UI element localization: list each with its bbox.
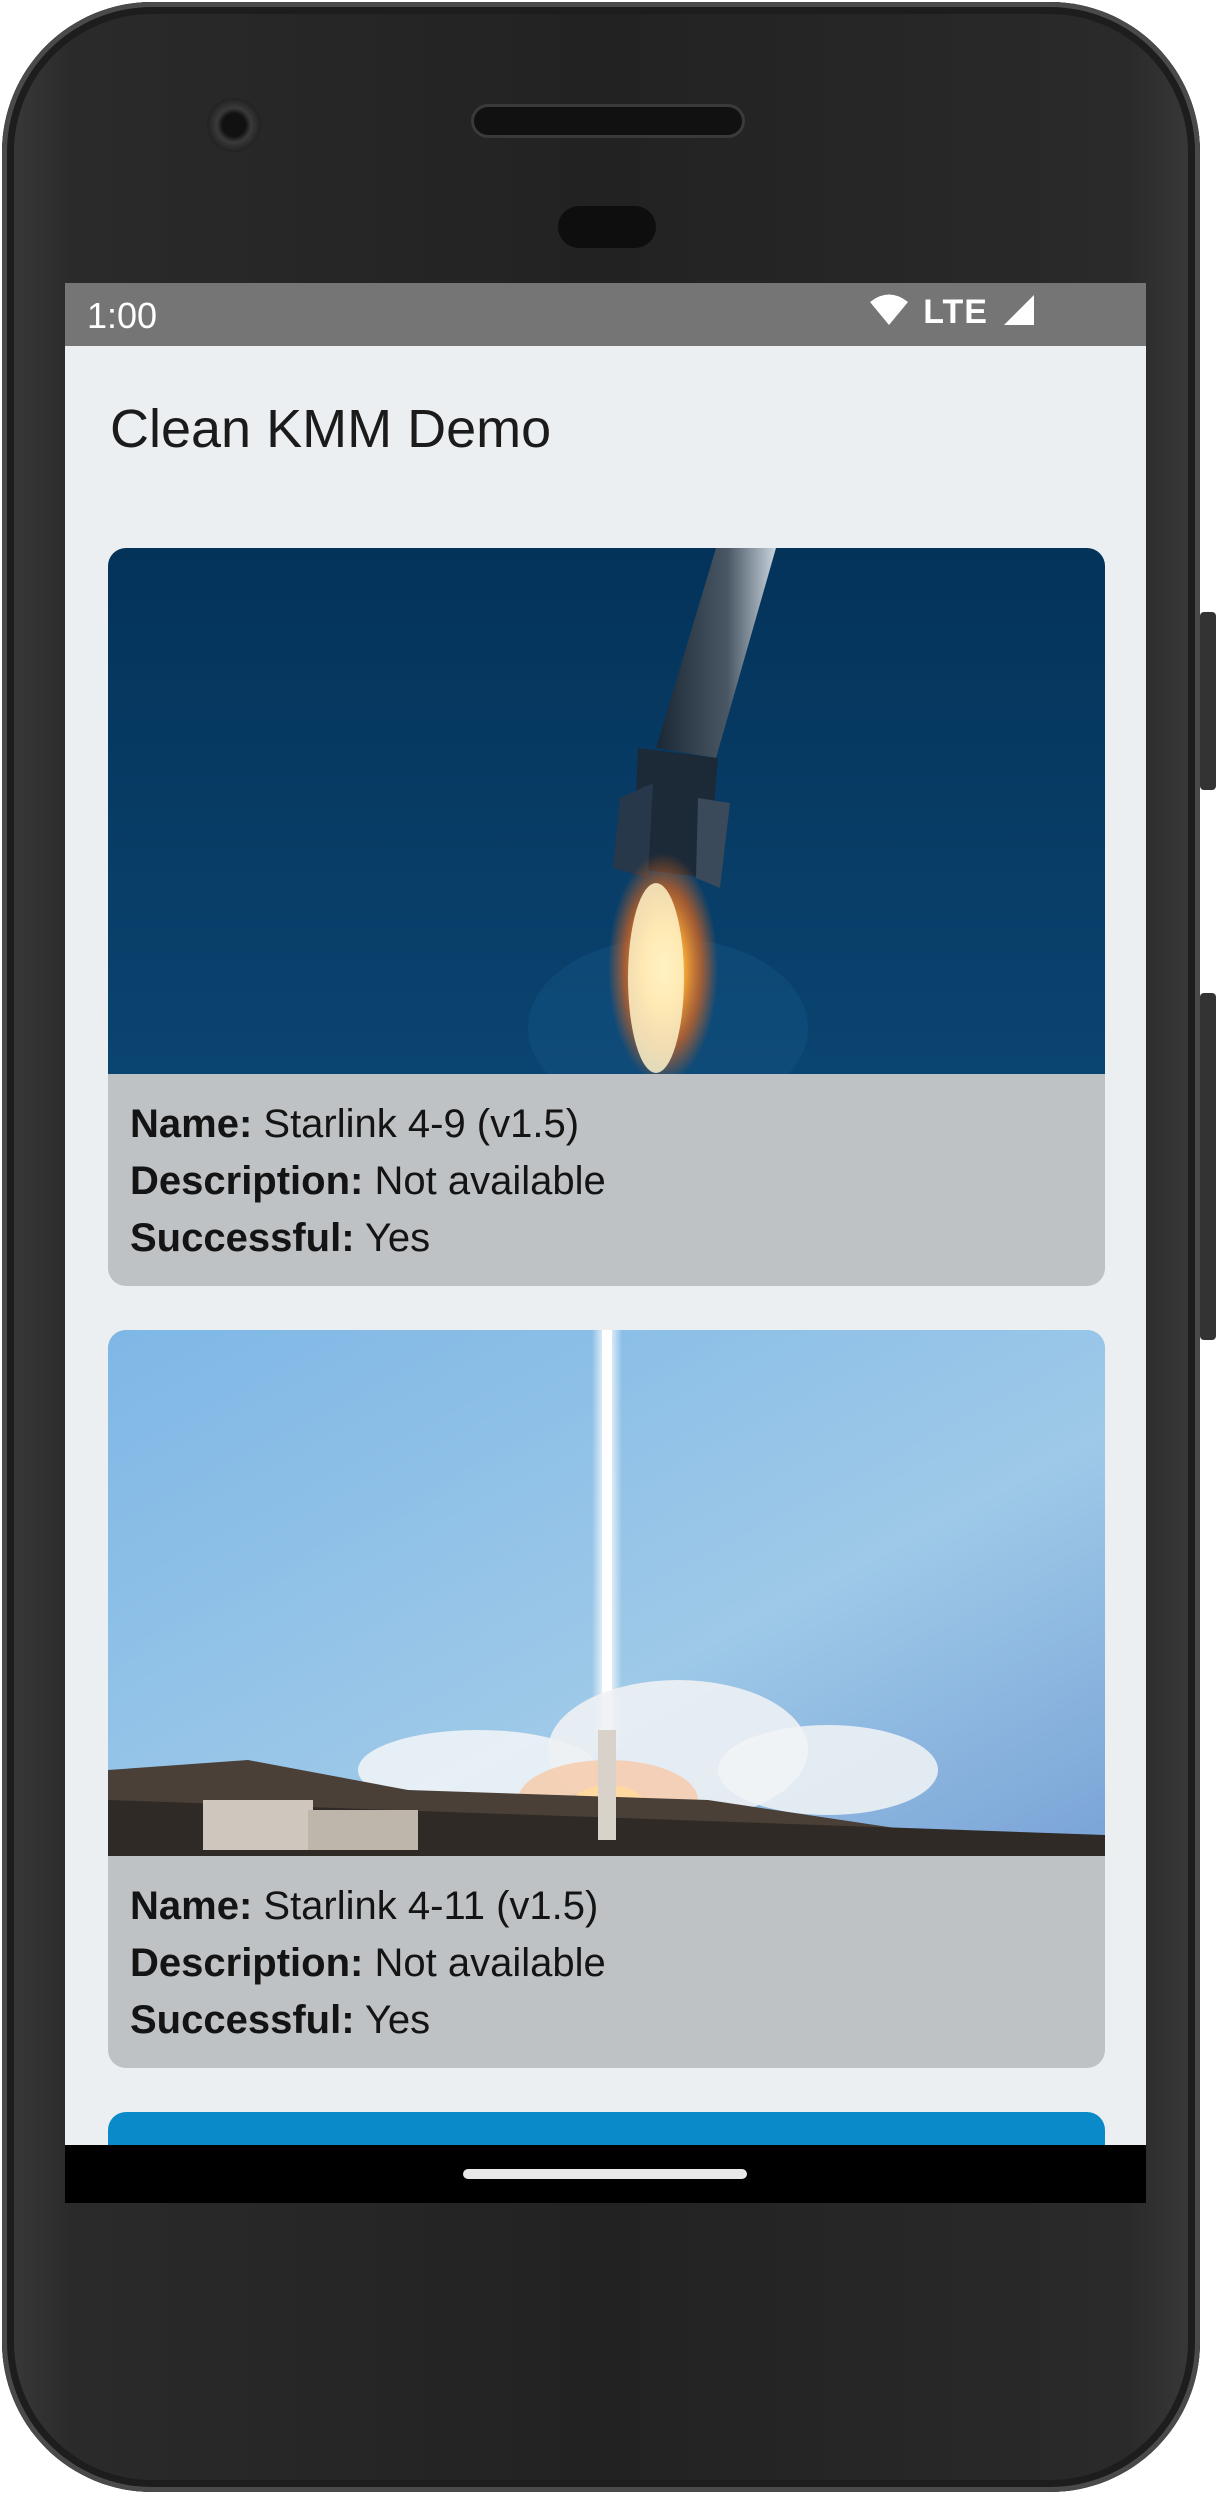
proximity-sensor xyxy=(558,206,656,248)
launch-name: Starlink 4-9 (v1.5) xyxy=(263,1102,580,1146)
status-time: 1:00 xyxy=(87,295,158,336)
page-title: Clean KMM Demo xyxy=(110,399,552,459)
launch-description: Not available xyxy=(374,1159,606,1203)
status-bar: 1:00 LTE xyxy=(65,283,1146,346)
description-label: Description: xyxy=(130,1941,364,1985)
wifi-icon xyxy=(869,293,909,332)
launch-successful: Yes xyxy=(364,1216,431,1260)
status-icons: LTE xyxy=(869,293,1036,332)
launch-image xyxy=(108,1330,1105,1856)
successful-label: Successful: xyxy=(130,1216,355,1260)
description-label: Description: xyxy=(130,1159,364,1203)
launch-name-row: Name: Starlink 4-11 (v1.5) xyxy=(130,1878,1083,1935)
navigation-bar xyxy=(65,2145,1146,2203)
launch-card[interactable]: Name: Starlink 4-9 (v1.5) Description: N… xyxy=(108,548,1105,1286)
launch-success-row: Successful: Yes xyxy=(130,1992,1083,2049)
launch-description-row: Description: Not available xyxy=(130,1153,1083,1210)
launch-details: Name: Starlink 4-11 (v1.5) Description: … xyxy=(108,1856,1105,2049)
launch-name: Starlink 4-11 (v1.5) xyxy=(263,1884,599,1928)
name-label: Name: xyxy=(130,1884,253,1928)
home-gesture-handle[interactable] xyxy=(463,2169,747,2179)
power-button xyxy=(1200,612,1216,790)
launch-card[interactable]: Name: Starlink 4-11 (v1.5) Description: … xyxy=(108,1330,1105,2068)
launch-description-row: Description: Not available xyxy=(130,1935,1083,1992)
launch-success-row: Successful: Yes xyxy=(130,1210,1083,1267)
successful-label: Successful: xyxy=(130,1998,355,2042)
launch-description: Not available xyxy=(374,1941,606,1985)
launch-image xyxy=(108,548,1105,1074)
earpiece-speaker xyxy=(474,107,742,135)
device-frame: 1:00 LTE Clean KMM Demo Name: Starlink 4… xyxy=(0,0,1224,2498)
launch-details: Name: Starlink 4-9 (v1.5) Description: N… xyxy=(108,1074,1105,1267)
volume-button xyxy=(1200,993,1216,1340)
front-camera xyxy=(207,98,261,152)
launch-name-row: Name: Starlink 4-9 (v1.5) xyxy=(130,1096,1083,1153)
name-label: Name: xyxy=(130,1102,253,1146)
cell-signal-icon xyxy=(1002,293,1036,332)
network-type: LTE xyxy=(923,293,988,331)
launch-successful: Yes xyxy=(364,1998,431,2042)
app-screen: 1:00 LTE Clean KMM Demo Name: Starlink 4… xyxy=(65,283,1146,2203)
